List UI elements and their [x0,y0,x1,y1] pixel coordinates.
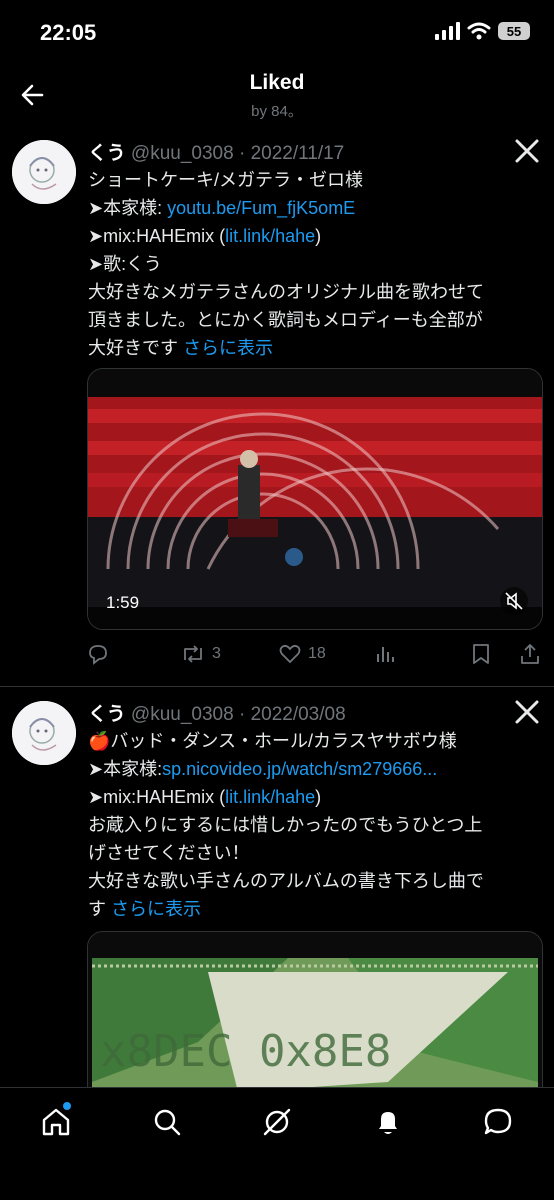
show-more-link[interactable]: さらに表示 [183,338,273,358]
show-more-link[interactable]: さらに表示 [111,899,201,919]
tweet-line: 🍎バッド・ダンス・ホール/カラスヤサボウ様 [88,731,457,751]
tweet-line: ➤mix:HAHEmix (lit.link/hahe) [88,787,322,807]
tweet-line: ➤歌:くう [88,254,162,274]
status-icons: 55 [434,22,530,40]
tweet[interactable]: くう @kuu_0308 · 2022/11/17 ショートケーキ/メガテラ・ゼ… [0,124,554,687]
tweet-line: 大好きな歌い手さんのアルバムの書き下ろし曲で [88,871,484,891]
battery-icon: 55 [498,22,530,40]
video-duration: 1:59 [106,593,140,612]
share-icon [521,644,539,664]
notifications-icon[interactable] [372,1106,404,1138]
tweet-line: ➤mix:HAHEmix (lit.link/hahe) [88,226,322,246]
author-name[interactable]: くう [88,143,126,164]
like-count: 18 [308,645,326,662]
status-bar: 22:05 55 [0,0,554,66]
page-subtitle: by 84。 [251,103,303,120]
search-icon[interactable] [151,1106,183,1138]
reply-button[interactable] [86,642,110,666]
tweet-line: ➤本家様: youtu.be/Fum_fjK5omE [88,198,356,218]
page-header: Liked by 84。 [0,66,554,124]
link[interactable]: lit.link/hahe [225,226,315,246]
tweet-line: ➤本家様:sp.nicovideo.jp/watch/sm279666... [88,759,438,779]
video-thumbnail [88,369,542,629]
messages-icon[interactable] [482,1106,514,1138]
x-logo-icon [515,700,539,724]
retweet-count: 3 [212,645,221,662]
link[interactable]: lit.link/hahe [225,787,315,807]
tweet-author-row: くう @kuu_0308 · 2022/11/17 [88,138,344,165]
link[interactable]: youtu.be/Fum_fjK5omE [167,198,355,218]
separator: · [238,704,246,725]
home-icon[interactable] [40,1106,72,1138]
retweet-button[interactable]: 3 [180,642,221,666]
video-player[interactable]: 1:59 [87,368,543,630]
bottom-tab-bar [0,1087,554,1200]
tweet-line: ショートケーキ/メガテラ・ゼロ様 [88,170,363,190]
like-button[interactable]: 18 [278,642,326,666]
separator: · [238,143,246,164]
grok-icon[interactable] [261,1106,293,1138]
cellular-signal-icon [435,22,460,40]
tweet-line: 大好きなメガテラさんのオリジナル曲を歌わせて [88,282,484,302]
avatar-illustration [12,701,76,765]
page-title: Liked [249,71,305,94]
views-icon [377,647,394,662]
status-time: 22:05 [40,20,97,45]
tweet-author-row: くう @kuu_0308 · 2022/03/08 [88,699,346,726]
author-handle[interactable]: @kuu_0308 [131,704,234,725]
tweet-line: す さらに表示 [88,899,202,919]
wifi-icon [467,22,491,40]
bookmark-button[interactable] [470,642,492,666]
heart-icon [279,644,301,664]
bookmark-icon [473,644,489,664]
mute-icon[interactable] [500,587,528,615]
link[interactable]: sp.nicovideo.jp/watch/sm279666... [162,759,437,779]
tweet-line: 頂きました。とにかく歌詞もメロディーも全部が [88,310,483,330]
avatar[interactable] [12,140,76,204]
tweet-line: お蔵入りにするには惜しかったのでもうひとつ上 [88,815,483,835]
views-button[interactable] [374,642,398,666]
share-button[interactable] [518,642,542,666]
video-overlay-text: x8DEC 0x8E8 [100,1026,392,1077]
author-name[interactable]: くう [88,704,126,725]
tweet-date[interactable]: 2022/03/08 [251,704,346,725]
author-handle[interactable]: @kuu_0308 [131,143,234,164]
tweet-line: 大好きです さらに表示 [88,338,274,358]
tweet-line: げさせてください！ [88,843,250,863]
tweet-text: ショートケーキ/メガテラ・ゼロ様 ➤本家様: youtu.be/Fum_fjK5… [88,166,540,362]
tweet-text: 🍎バッド・ダンス・ホール/カラスヤサボウ様 ➤本家様:sp.nicovideo.… [88,727,540,923]
tweet-date[interactable]: 2022/11/17 [251,143,345,164]
notification-dot [63,1102,71,1110]
x-logo-icon [515,139,539,163]
tweet-actions: 3 18 [86,642,546,672]
retweet-icon [184,645,202,663]
tweet[interactable]: くう @kuu_0308 · 2022/03/08 🍎バッド・ダンス・ホール/カ… [0,687,554,1133]
avatar[interactable] [12,701,76,765]
reply-icon [89,645,107,665]
avatar-illustration [12,140,76,204]
